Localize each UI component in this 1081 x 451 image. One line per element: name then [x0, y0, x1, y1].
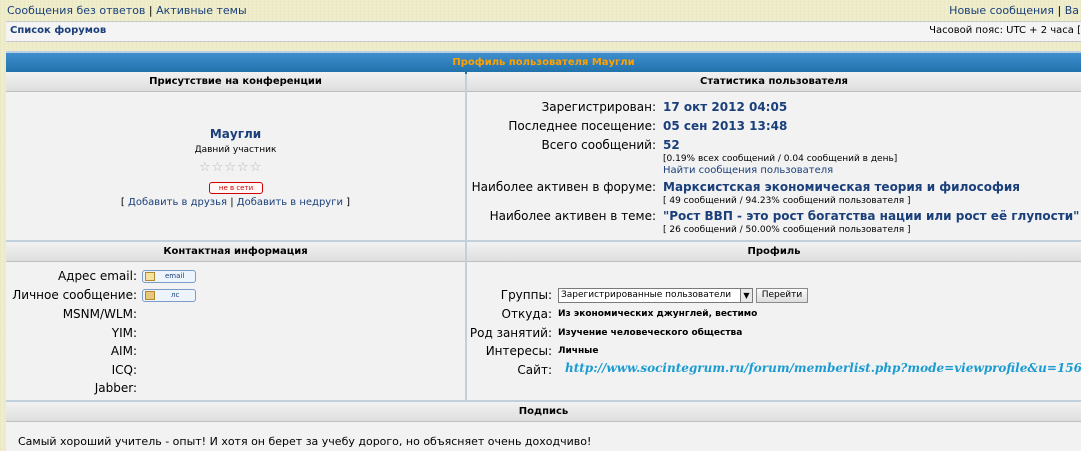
msnm-label: MSNM/WLM:: [62, 307, 137, 321]
posts-ratio-note: [0.19% всех сообщений / 0.04 сообщений в…: [663, 154, 898, 164]
groups-selected-value: Зарегистрированные пользователи: [561, 290, 732, 300]
star-icon: ☆: [236, 160, 250, 175]
active-topic-row: Наиболее активен в теме:: [467, 209, 656, 225]
aim-label: AIM:: [110, 344, 137, 358]
presence-header: Присутствие на конференции: [6, 72, 465, 92]
top-links-left: Сообщения без ответов | Активные темы: [7, 4, 247, 17]
contact-header: Контактная информация: [6, 242, 465, 262]
active-forum-link[interactable]: Марксистская экономическая теория и фило…: [663, 180, 1020, 194]
top-links-bar: Сообщения без ответов | Активные темы Но…: [0, 0, 1081, 20]
top-links-right: Новые сообщения | Ва: [949, 4, 1079, 17]
profile-panel: Профиль пользователя Маугли Присутствие …: [6, 51, 1081, 451]
top-separator: |: [148, 4, 153, 17]
email-label: Адрес email:: [57, 269, 137, 283]
breadcrumb-bar: Список форумов Часовой пояс: UTC + 2 час…: [6, 21, 1081, 42]
pm-label: Личное сообщение:: [12, 288, 137, 302]
users-icon: [145, 291, 155, 300]
rank-stars: ☆☆☆☆☆: [199, 160, 262, 175]
user-rank: Давний участник: [194, 145, 277, 155]
groups-label: Группы:: [500, 288, 552, 302]
last-visit-row: Последнее посещение:: [467, 119, 656, 135]
location-value: Из экономических джунглей, вестимо: [558, 309, 758, 319]
icq-label: ICQ:: [111, 363, 137, 377]
signature-header: Подпись: [6, 402, 1081, 422]
breadcrumb-forum-index[interactable]: Список форумов: [10, 25, 106, 36]
timezone-info: Часовой пояс: UTC + 2 часа [: [929, 25, 1081, 36]
occupation-value: Изучение человеческого общества: [558, 328, 743, 338]
email-button-label: email: [165, 272, 185, 280]
bracket-close: ]: [346, 197, 351, 208]
stats-header: Статистика пользователя: [467, 72, 1081, 92]
groups-select[interactable]: Зарегистрированные пользователи ▼: [558, 288, 753, 303]
total-posts-label: Всего сообщений:: [541, 138, 656, 152]
find-posts-link[interactable]: Найти сообщения пользователя: [663, 165, 833, 176]
location-label: Откуда:: [501, 307, 552, 321]
top-right-separator: |: [1057, 4, 1062, 17]
add-foe-link[interactable]: Добавить в недруги: [237, 197, 343, 208]
active-forum-row: Наиболее активен в форуме:: [467, 180, 656, 196]
active-forum-note: [ 49 сообщений / 94.23% сообщений пользо…: [663, 196, 911, 206]
star-icon: ☆: [249, 160, 263, 175]
bracket-open: [: [120, 197, 125, 208]
last-visit-label: Последнее посещение:: [508, 119, 656, 133]
interests-value: Личные: [558, 346, 599, 356]
envelope-icon: [145, 272, 155, 281]
email-button[interactable]: email: [142, 270, 196, 283]
registered-value: 17 окт 2012 04:05: [663, 100, 788, 114]
jabber-label: Jabber:: [94, 381, 137, 395]
pipe-separator: |: [230, 197, 234, 208]
website-link[interactable]: http://www.socintegrum.ru/forum/memberli…: [565, 361, 1081, 375]
username: Маугли: [209, 127, 262, 141]
total-posts-value: 52: [663, 138, 680, 152]
site-label: Сайт:: [517, 363, 552, 377]
add-friend-link[interactable]: Добавить в друзья: [128, 197, 227, 208]
pm-button-label: лс: [171, 291, 180, 299]
unanswered-posts-link[interactable]: Сообщения без ответов: [7, 4, 145, 17]
new-posts-link[interactable]: Новые сообщения: [949, 4, 1054, 17]
last-visit-value: 05 сен 2013 13:48: [663, 119, 788, 133]
active-forum-label: Наиболее активен в форуме:: [471, 180, 656, 194]
truncated-link[interactable]: Ва: [1065, 4, 1079, 17]
yim-label: YIM:: [111, 326, 137, 340]
friend-links: [ Добавить в друзья | Добавить в недруги…: [6, 197, 465, 208]
occupation-label: Род занятий:: [469, 326, 552, 340]
star-icon: ☆: [199, 160, 212, 175]
total-posts-row: Всего сообщений:: [467, 138, 656, 154]
active-topic-link[interactable]: "Рост ВВП - это рост богатства нации или…: [663, 209, 1079, 223]
pm-button[interactable]: лс: [142, 289, 196, 302]
interests-label: Интересы:: [485, 344, 552, 358]
active-topics-link[interactable]: Активные темы: [156, 4, 247, 17]
chevron-down-icon: ▼: [740, 289, 752, 302]
registered-label: Зарегистрирован:: [541, 100, 656, 114]
page-title: Профиль пользователя Маугли: [6, 51, 1081, 74]
go-button[interactable]: Перейти: [756, 288, 808, 303]
profile-details-header: Профиль: [467, 242, 1081, 262]
star-icon: ☆: [224, 160, 237, 175]
status-badge: не в сети: [209, 182, 263, 194]
star-icon: ☆: [211, 160, 225, 175]
active-topic-label: Наиболее активен в теме:: [489, 209, 656, 223]
registered-row: Зарегистрирован:: [467, 100, 656, 116]
signature-text: Самый хороший учитель - опыт! И хотя он …: [18, 435, 592, 448]
active-topic-note: [ 26 сообщений / 50.00% сообщений пользо…: [663, 225, 911, 235]
